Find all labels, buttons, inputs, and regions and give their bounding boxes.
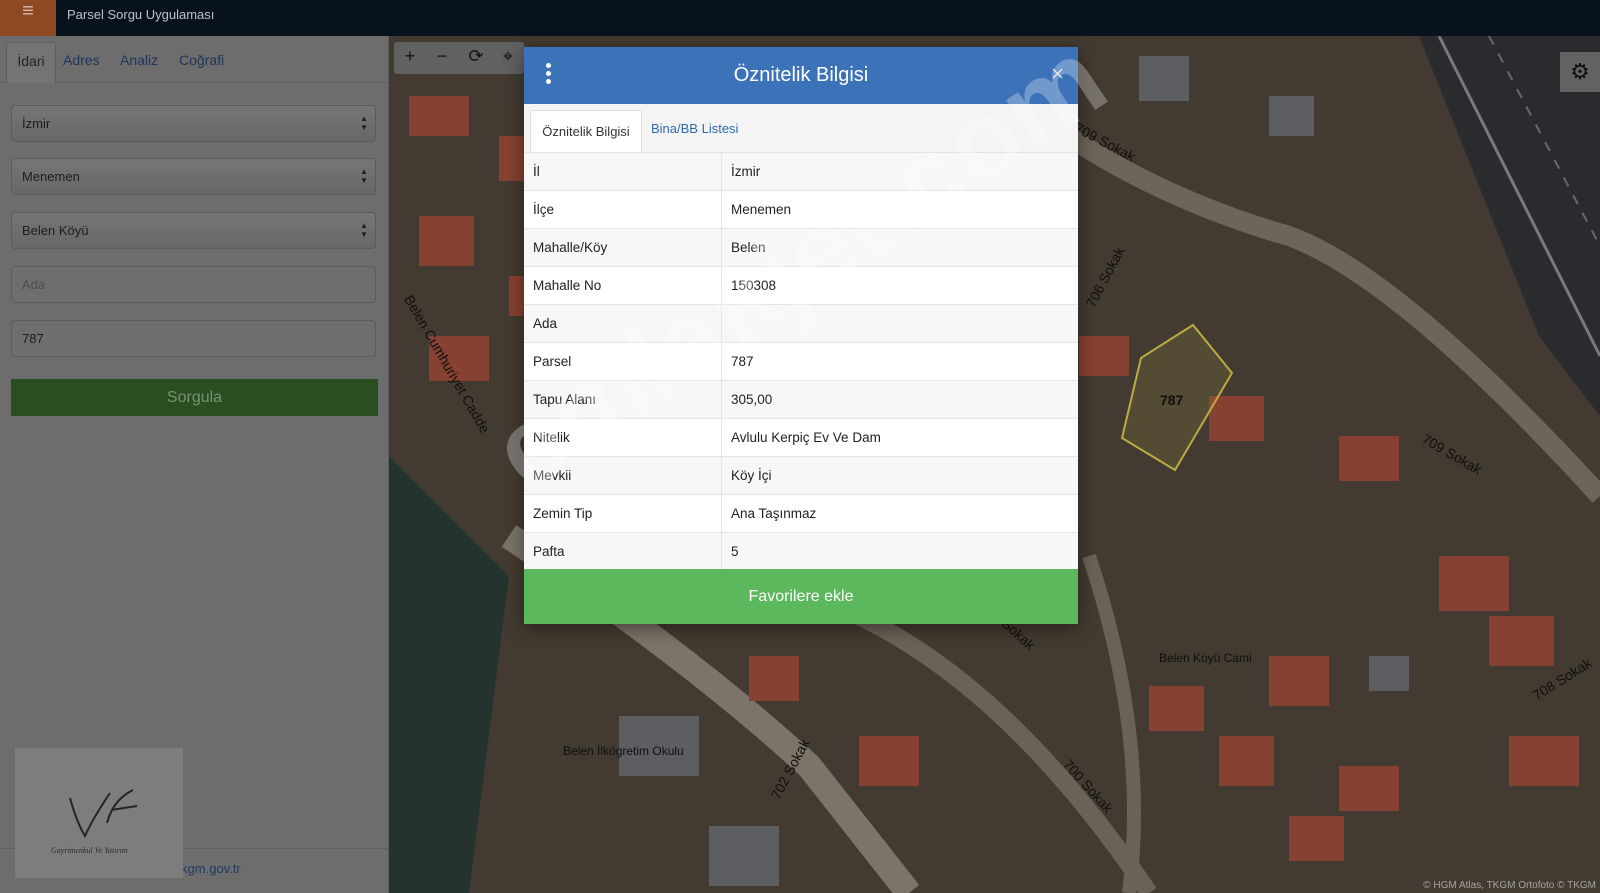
il-select-value: İzmir [22,116,51,131]
mahalle-select-value: Belen Köyü [22,223,89,238]
select-caret-icon: ▲ ▼ [360,167,368,185]
modal-header: Öznitelik Bilgisi × [524,47,1078,104]
row-key: Tapu Alanı [524,380,722,419]
gear-icon: ⚙ [1570,59,1590,84]
row-key: Pafta [524,532,722,570]
modal-title: Öznitelik Bilgisi [733,64,869,86]
table-row: Tapu Alanı 305,00 [524,380,1078,419]
company-logo: Gayrimenkul Ve Yatırım [15,748,183,878]
table-row: Mevkii Köy İçi [524,456,1078,495]
row-value: Köy İçi [721,456,1078,495]
map-label-school: Belen İlkögretim Okulu [563,744,684,758]
tab-adres[interactable]: Adres [63,52,100,68]
tab-idari[interactable]: İdari [6,42,56,83]
row-value [721,304,1078,343]
row-value: İzmir [721,152,1078,191]
hamburger-menu-button[interactable]: ≡ [0,0,56,36]
il-select[interactable]: İzmir ▲ ▼ [11,105,376,142]
tab-analiz[interactable]: Analiz [120,52,158,68]
attribute-modal: Öznitelik Bilgisi × Öznitelik Bilgisi Bi… [524,47,1078,624]
row-key: Ada [524,304,722,343]
select-caret-icon: ▲ ▼ [360,221,368,239]
app-title: Parsel Sorgu Uygulaması [67,7,215,22]
row-key: Mevkii [524,456,722,495]
table-row: Mahalle/Köy Belen [524,228,1078,267]
modal-tabs: Öznitelik Bilgisi Bina/BB Listesi [524,104,1078,154]
tab-cografi[interactable]: Coğrafi [179,52,224,68]
table-row: Ada [524,304,1078,343]
row-value: 150308 [721,266,1078,305]
parsel-input[interactable]: 787 [11,320,376,357]
attribute-table: İl İzmir İlçe Menemen Mahalle/Köy Belen Mah… [524,152,1078,570]
top-bar: ≡ Parsel Sorgu Uygulaması [0,0,1600,36]
table-row: Parsel 787 [524,342,1078,381]
zoom-in-button[interactable]: + [394,46,426,67]
row-key: Mahalle/Köy [524,228,722,267]
row-key: İlçe [524,190,722,229]
row-value: 787 [721,342,1078,381]
settings-button[interactable]: ⚙ [1560,52,1600,92]
parcel-label[interactable]: 787 [1160,392,1183,408]
row-key: Mahalle No [524,266,722,305]
row-key: Nitelik [524,418,722,457]
close-icon[interactable]: × [1051,61,1064,87]
map-toolbar: + − ⟳ ⌖ [394,42,524,74]
logo-caption: Gayrimenkul Ve Yatırım [51,846,128,855]
locate-button[interactable]: ⌖ [492,46,524,67]
row-value: 305,00 [721,380,1078,419]
ada-input[interactable]: Ada [11,266,376,303]
table-row: İlçe Menemen [524,190,1078,229]
sidebar: İdari Adres Analiz Coğrafi İzmir ▲ ▼ Mene… [0,36,389,893]
refresh-button[interactable]: ⟳ [460,46,492,67]
hamburger-icon: ≡ [22,0,34,22]
add-favorites-button[interactable]: Favorilere ekle [524,569,1078,624]
ilce-select[interactable]: Menemen ▲ ▼ [11,158,376,195]
table-row: İl İzmir [524,152,1078,191]
select-caret-icon: ▲ ▼ [360,114,368,132]
zoom-out-button[interactable]: − [426,46,458,67]
table-row: Pafta 5 [524,532,1078,570]
row-key: Zemin Tip [524,494,722,533]
tab-bina-bb-listesi[interactable]: Bina/BB Listesi [651,121,738,136]
row-value: Belen [721,228,1078,267]
table-row: Nitelik Avlulu Kerpiç Ev Ve Dam [524,418,1078,457]
row-value: Menemen [721,190,1078,229]
row-value: Avlulu Kerpiç Ev Ve Dam [721,418,1078,457]
table-row: Mahalle No 150308 [524,266,1078,305]
tab-oznitelik-bilgisi[interactable]: Öznitelik Bilgisi [530,110,642,154]
row-value: 5 [721,532,1078,570]
map-label-mosque: Belen Köyü Cami [1159,651,1252,665]
row-key: İl [524,152,722,191]
row-key: Parsel [524,342,722,381]
ilce-select-value: Menemen [22,169,80,184]
mahalle-select[interactable]: Belen Köyü ▲ ▼ [11,212,376,249]
sorgula-button[interactable]: Sorgula [11,379,378,416]
row-value: Ana Taşınmaz [721,494,1078,533]
sidebar-tabs: İdari Adres Analiz Coğrafi [0,36,388,83]
table-row: Zemin Tip Ana Taşınmaz [524,494,1078,533]
map-attribution: © HGM Atlas, TKGM Ortofoto © TKGM [1423,880,1596,891]
